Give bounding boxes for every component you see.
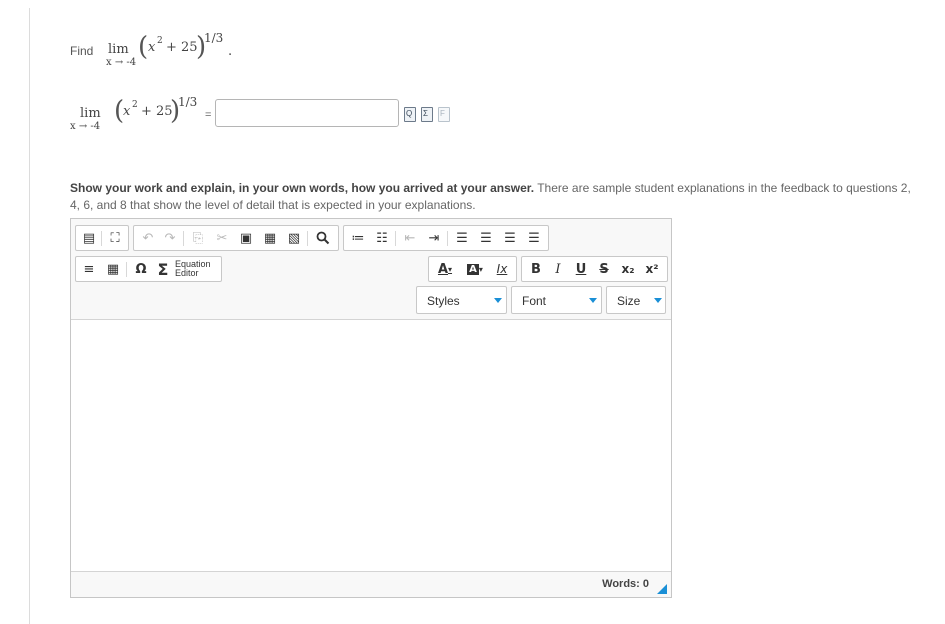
background-color-icon[interactable]: A ▾ [462, 260, 488, 278]
bold-icon[interactable]: B [526, 260, 546, 278]
editor-content-area[interactable] [71, 320, 671, 571]
find-label: Find [70, 44, 94, 58]
lim-subscript: x → -4 [70, 121, 101, 132]
expr-tail: + 25 [141, 104, 173, 119]
horizontal-rule-icon[interactable]: ≡ [79, 260, 99, 278]
undo-icon[interactable]: ↶ [138, 229, 158, 247]
subscript-icon[interactable]: x₂ [618, 260, 638, 278]
redo-icon[interactable]: ↷ [160, 229, 180, 247]
justify-icon[interactable]: ☰ [524, 229, 544, 247]
sigma-help-icon[interactable]: Σ [421, 107, 433, 122]
open-paren: ( [138, 32, 149, 62]
indent-icon[interactable]: ⇥ [424, 229, 444, 247]
toolbar-group-color: A ▾ A ▾ Ix [428, 256, 517, 282]
chevron-down-icon [494, 298, 502, 303]
toolbar-separator [307, 231, 308, 246]
rich-text-editor: ▤ ⛶ ↶ ↷ ⎘ ✂ ▣ ▦ ▧ ≔ ☷ ⇤ ⇥ ☰ ☰ ☰ ☰ ≡ ▦ Ω … [70, 218, 672, 598]
editor-status-bar: Words: 0 [71, 571, 671, 597]
period: . [228, 44, 233, 59]
instructions-text: Show your work and explain, in your own … [70, 180, 920, 214]
cut-icon[interactable]: ✂ [212, 229, 232, 247]
toolbar-separator [126, 262, 127, 277]
align-center-icon[interactable]: ☰ [476, 229, 496, 247]
outer-exponent: 1/3 [204, 31, 224, 45]
expr-power: 2 [132, 100, 138, 110]
word-count: Words: 0 [602, 578, 649, 590]
outer-exponent: 1/3 [178, 95, 198, 109]
strikethrough-icon[interactable]: S [594, 260, 614, 278]
copy-icon[interactable]: ⎘ [188, 229, 208, 247]
expr-variable: x [123, 104, 131, 119]
paste-word-icon[interactable]: ▧ [284, 229, 304, 247]
bullet-list-icon[interactable]: ☷ [372, 229, 392, 247]
answer-input[interactable] [215, 99, 399, 127]
table-icon[interactable]: ▦ [103, 260, 123, 278]
toolbar-group-basic: B I U S x₂ x² [521, 256, 668, 282]
toolbar-group-paragraph: ≔ ☷ ⇤ ⇥ ☰ ☰ ☰ ☰ [343, 225, 549, 251]
expr-tail: + 25 [166, 40, 198, 55]
toolbar-group-clipboard: ↶ ↷ ⎘ ✂ ▣ ▦ ▧ [133, 225, 339, 251]
toolbar-separator [101, 231, 102, 246]
special-char-icon[interactable]: Ω [131, 260, 151, 278]
ordered-list-icon[interactable]: ≔ [348, 229, 368, 247]
equation-editor-button[interactable]: Equation Editor [175, 260, 211, 278]
toolbar-group-insert: ≡ ▦ Ω Σ Equation Editor [75, 256, 222, 282]
paste-icon[interactable]: ▣ [236, 229, 256, 247]
toolbar-separator [183, 231, 184, 246]
source-icon[interactable]: ▤ [79, 229, 99, 247]
format-help-icon[interactable]: F [438, 107, 450, 122]
toolbar-separator [447, 231, 448, 246]
remove-format-icon[interactable]: Ix [491, 260, 513, 278]
font-dropdown[interactable]: Font [511, 286, 602, 314]
instructions-bold: Show your work and explain, in your own … [70, 181, 535, 195]
styles-dropdown[interactable]: Styles [416, 286, 507, 314]
italic-icon[interactable]: I [548, 260, 568, 278]
left-divider [29, 8, 30, 624]
text-color-icon[interactable]: A ▾ [432, 260, 458, 278]
expr-variable: x [148, 40, 156, 55]
superscript-icon[interactable]: x² [642, 260, 662, 278]
preview-icon[interactable]: Q [404, 107, 416, 122]
equals-sign: = [205, 109, 212, 121]
expr-power: 2 [157, 36, 163, 46]
resize-handle[interactable] [657, 584, 667, 594]
chevron-down-icon [654, 298, 662, 303]
toolbar-separator [395, 231, 396, 246]
sigma-icon[interactable]: Σ [153, 260, 173, 279]
lim-label: lim [80, 106, 101, 121]
maximize-icon[interactable]: ⛶ [105, 229, 125, 247]
toolbar-group-document: ▤ ⛶ [75, 225, 129, 251]
underline-icon[interactable]: U [571, 260, 591, 278]
paste-text-icon[interactable]: ▦ [260, 229, 280, 247]
find-icon[interactable] [312, 229, 334, 247]
size-dropdown[interactable]: Size [606, 286, 666, 314]
chevron-down-icon [589, 298, 597, 303]
lim-label: lim [108, 42, 129, 57]
outdent-icon[interactable]: ⇤ [400, 229, 420, 247]
align-right-icon[interactable]: ☰ [500, 229, 520, 247]
lim-subscript: x → -4 [106, 57, 137, 68]
align-left-icon[interactable]: ☰ [452, 229, 472, 247]
